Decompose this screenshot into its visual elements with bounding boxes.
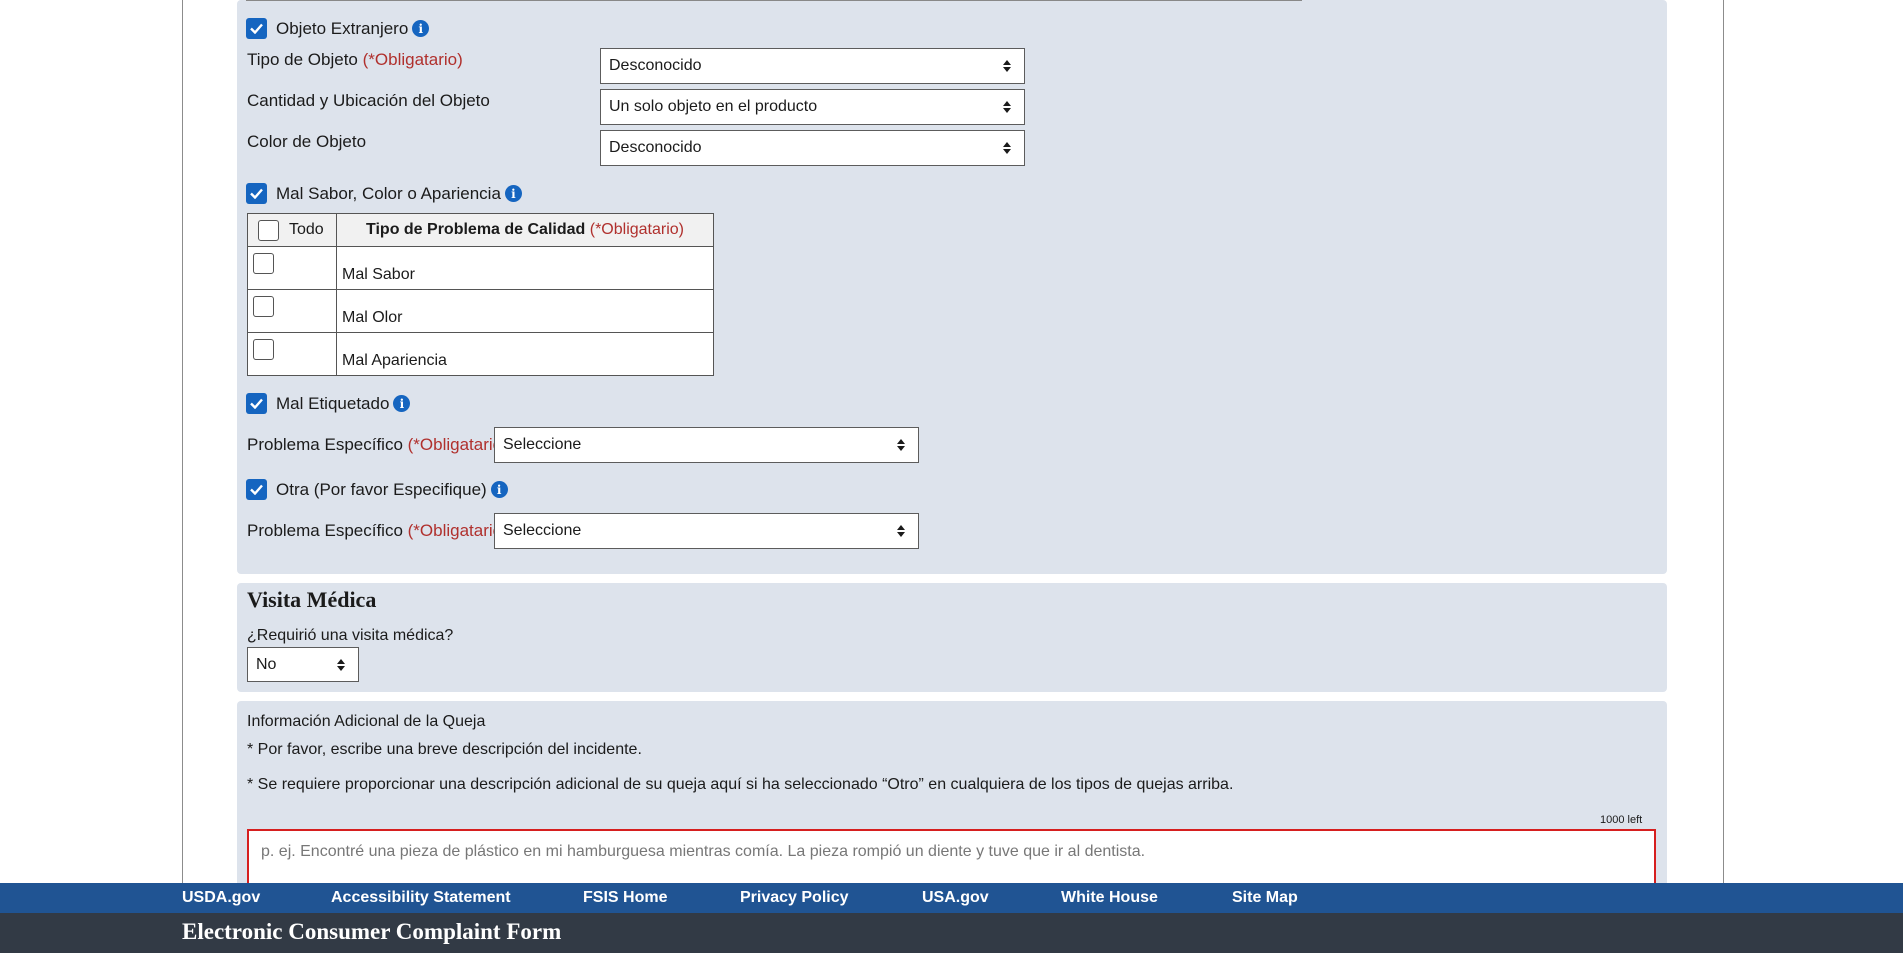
select-all-cell: Todo [247, 213, 337, 247]
additional-info-title: Información Adicional de la Queja [247, 713, 486, 730]
sort-arrows-icon [1003, 142, 1011, 154]
other-checkbox[interactable] [246, 479, 267, 500]
other-issue-select[interactable]: Seleccione [494, 513, 919, 549]
info-icon[interactable]: i [504, 185, 522, 202]
mislabeled-label: Mal Etiquetado [276, 393, 390, 413]
sort-arrows-icon [1003, 60, 1011, 72]
footer: Electronic Consumer Complaint Form [0, 913, 1903, 953]
medical-visit-select[interactable]: No [247, 647, 359, 682]
char-counter: 1000 left [1600, 814, 1643, 826]
foreign-object-checkbox[interactable] [246, 18, 267, 39]
footer-title: Electronic Consumer Complaint Form [182, 919, 562, 944]
quality-checkbox[interactable] [246, 183, 267, 204]
object-quantity-label: Cantidad y Ubicación del Objeto [247, 91, 490, 110]
sort-arrows-icon [897, 439, 905, 451]
quality-table: Todo Tipo de Problema de Calidad (*Oblig… [247, 213, 714, 376]
divider [246, 0, 1302, 1]
sort-arrows-icon [897, 525, 905, 537]
info-icon[interactable]: i [393, 395, 411, 412]
additional-info-note-2: * Se requiere proporcionar una descripci… [247, 776, 1234, 793]
sort-arrows-icon [1003, 101, 1011, 113]
quality-type-header: Tipo de Problema de Calidad (*Obligatari… [336, 213, 714, 247]
other-row: Otra (Por favor Especifique) i [246, 479, 508, 500]
mislabeled-checkbox[interactable] [246, 393, 267, 414]
additional-info-note-1: * Por favor, escribe una breve descripci… [247, 741, 642, 758]
bad-smell-label: Mal Olor [342, 309, 403, 326]
usda-link[interactable]: USDA.gov [182, 889, 260, 907]
foreign-object-row: Objeto Extranjero i [246, 18, 430, 39]
other-issue-label: Problema Específico (*Obligatario) [247, 521, 508, 540]
medical-visit-question: ¿Requirió una visita médica? [247, 627, 454, 644]
info-icon[interactable]: i [490, 481, 508, 498]
object-color-select[interactable]: Desconocido [600, 130, 1025, 166]
quality-row: Mal Sabor, Color o Apariencia i [246, 183, 522, 204]
privacy-policy-link[interactable]: Privacy Policy [740, 889, 849, 907]
table-row: Mal Olor [247, 289, 714, 333]
object-type-label: Tipo de Objeto (*Obligatario) [247, 50, 463, 69]
object-color-label: Color de Objeto [247, 132, 367, 151]
medical-visit-title: Visita Médica [247, 587, 377, 612]
mislabeled-row: Mal Etiquetado i [246, 393, 411, 414]
quality-label: Mal Sabor, Color o Apariencia [276, 183, 501, 203]
select-all-label: Todo [289, 221, 324, 238]
select-all-checkbox[interactable] [258, 219, 279, 241]
usa-gov-link[interactable]: USA.gov [922, 889, 989, 907]
object-quantity-select[interactable]: Un solo objeto en el producto [600, 89, 1025, 125]
info-icon[interactable]: i [412, 20, 430, 37]
bad-taste-checkbox[interactable] [253, 253, 274, 274]
foreign-object-label: Objeto Extranjero [276, 18, 409, 38]
other-label: Otra (Por favor Especifique) [276, 479, 487, 499]
white-house-link[interactable]: White House [1061, 889, 1158, 907]
footer-links-bar: USDA.gov Accessibility Statement FSIS Ho… [0, 883, 1903, 913]
sort-arrows-icon [337, 658, 345, 671]
bad-smell-checkbox[interactable] [253, 296, 274, 317]
accessibility-link[interactable]: Accessibility Statement [331, 889, 511, 907]
bad-taste-label: Mal Sabor [342, 266, 415, 283]
object-type-select[interactable]: Desconocido [600, 48, 1025, 84]
table-row: Mal Sabor [247, 246, 714, 290]
table-row: Mal Apariencia [247, 332, 714, 376]
bad-appearance-checkbox[interactable] [253, 339, 274, 360]
bad-appearance-label: Mal Apariencia [342, 352, 447, 369]
site-map-link[interactable]: Site Map [1232, 889, 1298, 907]
mislabeled-issue-label: Problema Específico (*Obligatario) [247, 435, 508, 454]
mislabeled-issue-select[interactable]: Seleccione [494, 427, 919, 463]
fsis-home-link[interactable]: FSIS Home [583, 889, 667, 907]
